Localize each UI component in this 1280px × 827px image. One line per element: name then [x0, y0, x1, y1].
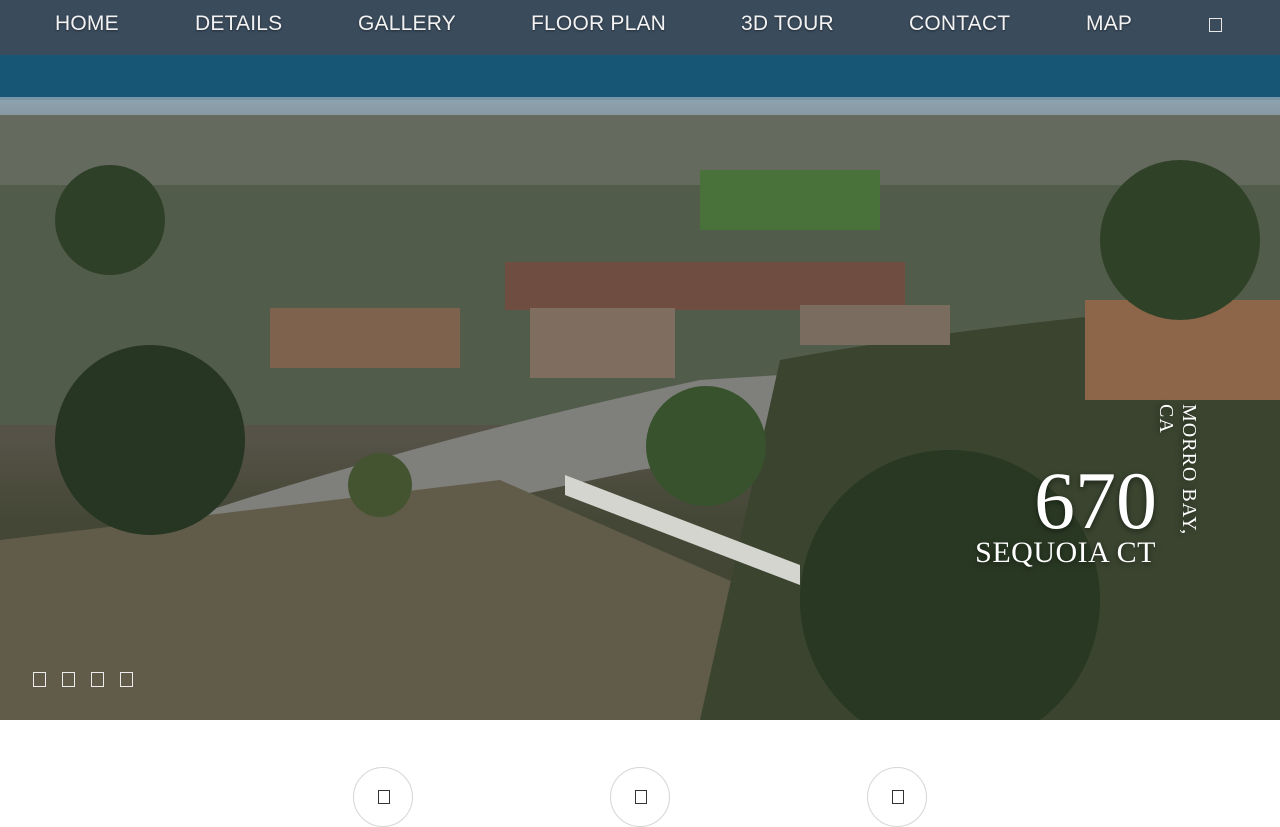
top-navigation: HOME DETAILS GALLERY FLOOR PLAN 3D TOUR … — [0, 0, 1280, 50]
feature-button-3[interactable] — [867, 767, 927, 827]
nav-floor-plan[interactable]: FLOOR PLAN — [531, 12, 666, 36]
nav-details[interactable]: DETAILS — [195, 12, 282, 36]
address-street: SEQUOIA CT — [975, 536, 1156, 569]
nav-map[interactable]: MAP — [1086, 12, 1132, 36]
feature-icon — [892, 790, 904, 804]
features-section — [0, 720, 1280, 827]
slideshow-indicators — [33, 672, 133, 687]
slide-indicator-1[interactable] — [33, 672, 46, 687]
menu-icon[interactable] — [1209, 18, 1222, 32]
address-number: 670 — [1034, 455, 1157, 546]
feature-button-2[interactable] — [610, 767, 670, 827]
nav-gallery[interactable]: GALLERY — [358, 12, 456, 36]
feature-icon — [635, 790, 647, 804]
nav-home[interactable]: HOME — [55, 12, 119, 36]
hero-section: HOME DETAILS GALLERY FLOOR PLAN 3D TOUR … — [0, 0, 1280, 720]
nav-3d-tour[interactable]: 3D TOUR — [741, 12, 834, 36]
slide-indicator-2[interactable] — [62, 672, 75, 687]
slide-indicator-4[interactable] — [120, 672, 133, 687]
feature-button-1[interactable] — [353, 767, 413, 827]
feature-icon — [378, 790, 390, 804]
property-address: 670 SEQUOIA CT — [930, 456, 1160, 576]
slide-indicator-3[interactable] — [91, 672, 104, 687]
address-city: MORRO BAY, CA — [1155, 404, 1200, 536]
hero-overlay — [0, 0, 1280, 720]
nav-contact[interactable]: CONTACT — [909, 12, 1010, 36]
